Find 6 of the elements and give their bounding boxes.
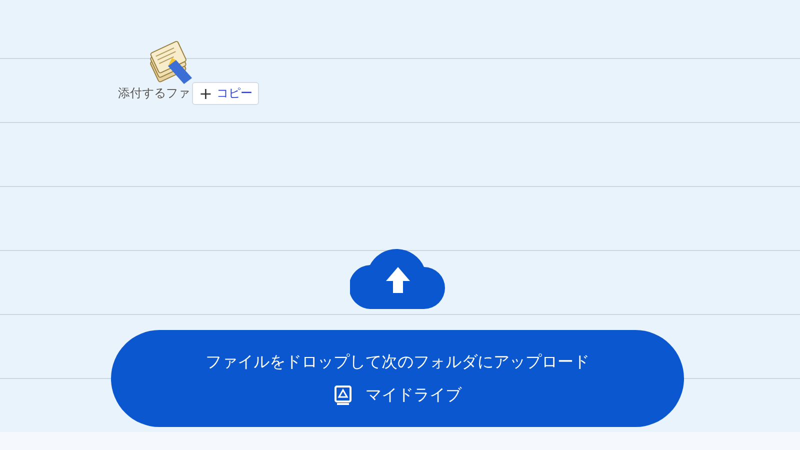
copy-label: コピー xyxy=(216,85,252,102)
drop-message: ファイルをドロップして次のフォルダにアップロード xyxy=(206,352,590,372)
folder-name: マイドライブ xyxy=(366,384,462,406)
plus-icon: + xyxy=(199,86,212,102)
drive-icon xyxy=(334,385,352,405)
file-label: 添付するファ xyxy=(118,85,190,102)
